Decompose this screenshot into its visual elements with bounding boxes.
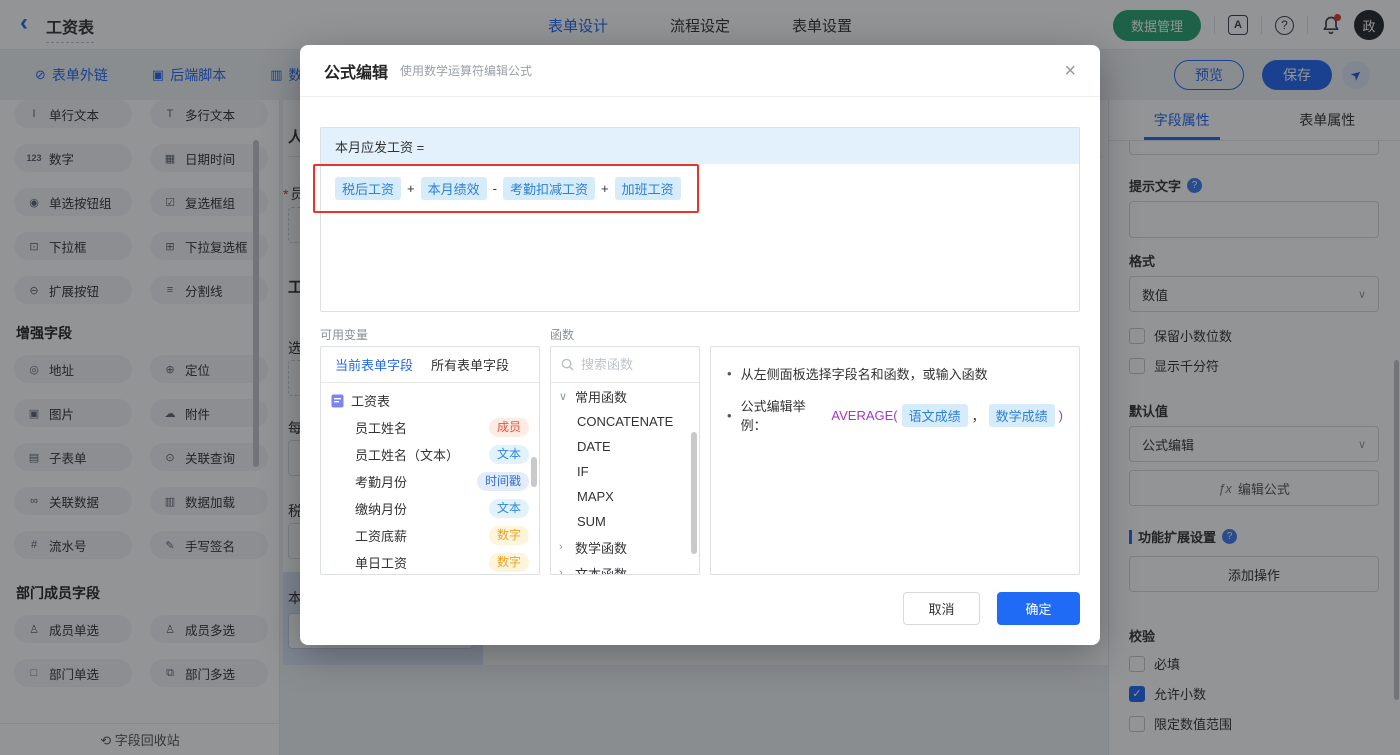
functions-box: ∨ 常用函数 CONCATENATE DATE IF MAPX SUM › 数学…: [550, 346, 700, 575]
function-group-math[interactable]: › 数学函数: [551, 534, 699, 560]
app-root: ‹ 工资表 表单设计 流程设定 表单设置 数据管理 A ? 政 ⊘ 表单外链: [0, 0, 1400, 755]
variable-row[interactable]: 员工姓名成员: [321, 414, 539, 441]
variables-label: 可用变量: [320, 326, 368, 343]
variable-row[interactable]: 缴纳月份文本: [321, 495, 539, 522]
chevron-down-icon: ∨: [559, 390, 569, 403]
function-group-common[interactable]: ∨ 常用函数: [551, 383, 699, 409]
field-type-badge: 数字: [489, 553, 529, 572]
modal-subtitle: 使用数学运算符编辑公式: [400, 62, 532, 79]
formula-variable-chip[interactable]: 考勤扣减工资: [503, 177, 595, 200]
search-icon: [561, 358, 574, 371]
field-type-badge: 文本: [489, 445, 529, 464]
formula-editor[interactable]: 本月应发工资 = 税后工资 + 本月绩效 - 考勤扣减工资 + 加班工资: [320, 127, 1080, 312]
function-item[interactable]: CONCATENATE: [551, 409, 699, 434]
variables-scrollbar[interactable]: [531, 457, 537, 487]
variables-box: 当前表单字段 所有表单字段 工资表 员工姓名成员 员工姓名（文本）文本 考勤月份…: [320, 346, 540, 575]
hint-line-1: • 从左侧面板选择字段名和函数，或输入函数: [727, 364, 1063, 383]
formula-operator: +: [601, 181, 609, 196]
variable-row[interactable]: 工资底薪数字: [321, 522, 539, 549]
cancel-button[interactable]: 取消: [903, 592, 980, 625]
function-item[interactable]: IF: [551, 459, 699, 484]
field-type-badge: 数字: [489, 526, 529, 545]
variable-row[interactable]: 考勤月份时间戳: [321, 468, 539, 495]
hints-box: • 从左侧面板选择字段名和函数，或输入函数 • 公式编辑举例： AVERAGE(…: [710, 346, 1080, 575]
formula-operator: -: [493, 181, 497, 196]
chevron-right-icon: ›: [559, 567, 569, 575]
function-item[interactable]: SUM: [551, 509, 699, 534]
formula-operator: +: [407, 181, 415, 196]
hint-line-2: • 公式编辑举例： AVERAGE( 语文成绩 ， 数学成绩 ): [727, 396, 1063, 434]
function-search-input[interactable]: [581, 357, 676, 372]
functions-scrollbar[interactable]: [691, 432, 697, 554]
field-type-badge: 文本: [489, 499, 529, 518]
variable-tabs: 当前表单字段 所有表单字段: [321, 347, 539, 383]
formula-variable-chip[interactable]: 加班工资: [615, 177, 681, 200]
formula-edit-modal: 公式编辑 使用数学运算符编辑公式 × 本月应发工资 = 税后工资 + 本月绩效 …: [300, 45, 1100, 645]
formula-target: 本月应发工资 =: [321, 128, 1079, 164]
field-type-badge: 时间戳: [477, 472, 529, 491]
field-type-badge: 成员: [489, 418, 529, 437]
formula-variable-chip[interactable]: 税后工资: [335, 177, 401, 200]
variable-list: 工资表 员工姓名成员 员工姓名（文本）文本 考勤月份时间戳 缴纳月份文本 工资底…: [321, 383, 539, 575]
variable-row[interactable]: 单日工资数字: [321, 549, 539, 575]
confirm-button[interactable]: 确定: [997, 592, 1080, 625]
example-variable-chip: 语文成绩: [902, 404, 968, 427]
modal-title: 公式编辑: [324, 59, 388, 83]
variable-row[interactable]: 员工姓名（文本）文本: [321, 441, 539, 468]
tab-current-form-fields[interactable]: 当前表单字段: [335, 355, 413, 374]
form-doc-icon: [331, 394, 344, 408]
function-item[interactable]: MAPX: [551, 484, 699, 509]
function-item[interactable]: DATE: [551, 434, 699, 459]
example-comma: ，: [972, 406, 985, 425]
tab-all-form-fields[interactable]: 所有表单字段: [431, 355, 509, 374]
bullet-icon: •: [727, 366, 732, 381]
example-variable-chip: 数学成绩: [989, 404, 1055, 427]
formula-variable-chip[interactable]: 本月绩效: [421, 177, 487, 200]
chevron-right-icon: ›: [559, 541, 569, 553]
variable-tree-root[interactable]: 工资表: [321, 383, 539, 414]
function-search: [551, 347, 699, 383]
formula-expression: 税后工资 + 本月绩效 - 考勤扣减工资 + 加班工资: [321, 164, 1079, 213]
functions-label: 函数: [550, 326, 574, 343]
modal-header: 公式编辑 使用数学运算符编辑公式 ×: [300, 45, 1100, 97]
bullet-icon: •: [727, 408, 732, 423]
example-function-name: AVERAGE(: [831, 408, 897, 423]
close-icon[interactable]: ×: [1064, 61, 1076, 81]
example-close-paren: ): [1059, 408, 1063, 423]
function-group-text[interactable]: › 文本函数: [551, 560, 699, 575]
